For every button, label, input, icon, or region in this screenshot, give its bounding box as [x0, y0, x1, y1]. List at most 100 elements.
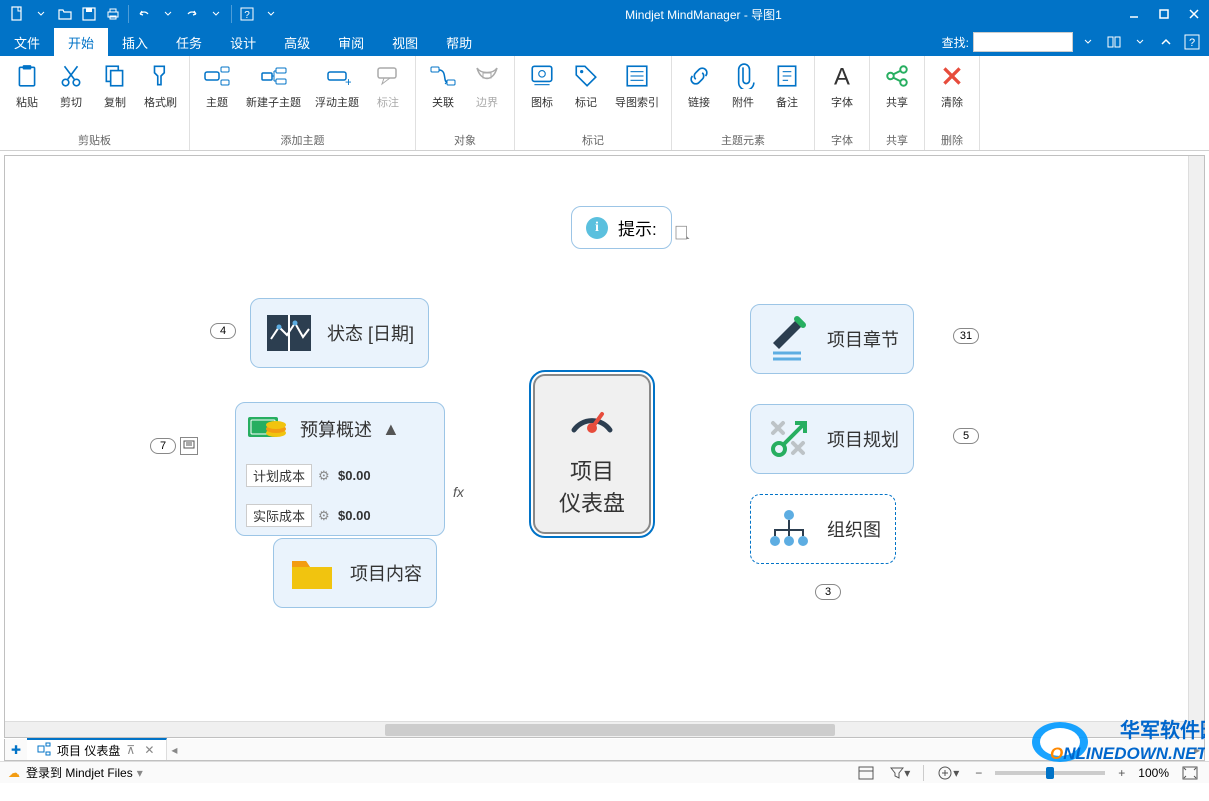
tab-bar: ✚ 项目 仪表盘 ⊼ ✕ ◂ ▸ — [4, 739, 1205, 761]
gear-icon[interactable]: ⚙ — [318, 468, 332, 484]
subtopic-button[interactable]: 新建子主题 — [240, 60, 307, 112]
vertical-scrollbar[interactable] — [1188, 156, 1204, 721]
new-doc-icon[interactable] — [6, 3, 28, 25]
fit-screen-icon[interactable] — [1179, 766, 1201, 780]
paste-button[interactable]: 粘贴 — [6, 60, 48, 112]
search-dropdown-icon[interactable] — [1077, 31, 1099, 53]
dropdown-icon[interactable] — [1129, 31, 1151, 53]
close-button[interactable] — [1179, 0, 1209, 28]
planning-node[interactable]: 项目规划 — [750, 404, 914, 474]
cut-button[interactable]: 剪切 — [50, 60, 92, 112]
menu-help[interactable]: 帮助 — [432, 28, 486, 56]
menu-design[interactable]: 设计 — [216, 28, 270, 56]
topic-icon — [203, 62, 231, 90]
menu-task[interactable]: 任务 — [162, 28, 216, 56]
boundary-button[interactable]: 边界 — [466, 60, 508, 112]
zoom-out-icon[interactable]: − — [972, 766, 985, 780]
collapse-triangle-icon[interactable]: ▲ — [382, 419, 400, 440]
topic-button[interactable]: 主题 — [196, 60, 238, 112]
collapse-ribbon-icon[interactable] — [1155, 31, 1177, 53]
notes-indicator-icon[interactable] — [673, 224, 691, 247]
central-node[interactable]: 项目仪表盘 — [533, 374, 651, 534]
notes-button[interactable]: 备注 — [766, 60, 808, 112]
share-button[interactable]: 共享 — [876, 60, 918, 112]
content-node[interactable]: 项目内容 — [273, 538, 437, 608]
budget-node[interactable]: 预算概述 ▲ 计划成本 ⚙ $0.00 实际成本 ⚙ $0.00 — [235, 402, 445, 536]
status-count-badge[interactable]: 4 — [210, 323, 236, 339]
zoom-slider[interactable] — [995, 771, 1105, 775]
menu-bar: 文件 开始 插入 任务 设计 高级 审阅 视图 帮助 查找: ? — [0, 28, 1209, 56]
tab-nav-right-icon[interactable]: ▸ — [1190, 743, 1204, 757]
index-icon — [623, 62, 651, 90]
ribbon-group-font: A字体 字体 — [815, 56, 870, 150]
menu-view[interactable]: 视图 — [378, 28, 432, 56]
chapter-node[interactable]: 项目章节 — [750, 304, 914, 374]
maximize-button[interactable] — [1149, 0, 1179, 28]
dropdown-icon[interactable] — [157, 3, 179, 25]
menu-advanced[interactable]: 高级 — [270, 28, 324, 56]
search-input[interactable] — [973, 32, 1073, 52]
info-icon: i — [586, 217, 608, 239]
relationship-icon — [429, 62, 457, 90]
clear-button[interactable]: 清除 — [931, 60, 973, 112]
fx-indicator[interactable]: fx — [453, 484, 464, 500]
view-mode-icon[interactable] — [855, 766, 877, 780]
document-tab[interactable]: 项目 仪表盘 ⊼ ✕ — [27, 738, 167, 760]
status-node[interactable]: 状态 [日期] — [250, 298, 429, 368]
tags-button[interactable]: 标记 — [565, 60, 607, 112]
budget-count-badge[interactable]: 7 — [150, 438, 176, 454]
font-button[interactable]: A字体 — [821, 60, 863, 112]
tab-nav-left-icon[interactable]: ◂ — [167, 743, 181, 757]
format-painter-button[interactable]: 格式刷 — [138, 60, 183, 112]
zoom-in-icon[interactable]: + — [1115, 766, 1128, 780]
font-icon: A — [828, 62, 856, 90]
org-count-badge[interactable]: 3 — [815, 584, 841, 600]
icons-button[interactable]: 图标 — [521, 60, 563, 112]
zoom-level[interactable]: 100% — [1138, 766, 1169, 780]
relationship-button[interactable]: 关联 — [422, 60, 464, 112]
chapter-count-badge[interactable]: 31 — [953, 328, 979, 344]
index-button[interactable]: 导图索引 — [609, 60, 665, 112]
ribbon-group-clipboard: 粘贴 剪切 复制 格式刷 剪贴板 — [0, 56, 190, 150]
scroll-thumb[interactable] — [385, 724, 835, 736]
minimize-button[interactable] — [1119, 0, 1149, 28]
tab-pin-icon[interactable]: ⊼ — [126, 743, 138, 757]
canvas[interactable]: i 提示: 项目仪表盘 状态 [日期] 4 预算概述 ▲ 计划成本 ⚙ $0.0… — [4, 155, 1205, 738]
zoom-fit-icon[interactable]: ▾ — [934, 765, 962, 781]
new-tab-button[interactable]: ✚ — [5, 743, 27, 757]
money-icon — [246, 411, 290, 447]
undo-icon[interactable] — [133, 3, 155, 25]
dropdown-icon[interactable] — [260, 3, 282, 25]
help-icon[interactable]: ? — [236, 3, 258, 25]
link-icon — [685, 62, 713, 90]
link-button[interactable]: 链接 — [678, 60, 720, 112]
dropdown-icon[interactable] — [30, 3, 52, 25]
callout-button[interactable]: 标注 — [367, 60, 409, 112]
dropdown-icon[interactable] — [205, 3, 227, 25]
float-topic-button[interactable]: +浮动主题 — [309, 60, 365, 112]
login-label[interactable]: 登录到 Mindjet Files — [26, 764, 133, 781]
menu-review[interactable]: 审阅 — [324, 28, 378, 56]
callout-marker-icon[interactable] — [180, 437, 198, 455]
hint-node[interactable]: i 提示: — [571, 206, 672, 249]
horizontal-scrollbar[interactable] — [5, 721, 1188, 737]
help-button-icon[interactable]: ? — [1181, 31, 1203, 53]
print-icon[interactable] — [102, 3, 124, 25]
dropdown-icon[interactable]: ▾ — [137, 766, 143, 780]
filter-icon[interactable]: ▾ — [887, 766, 913, 780]
cloud-login-icon[interactable]: ☁ — [8, 766, 20, 780]
open-icon[interactable] — [54, 3, 76, 25]
svg-text:+: + — [345, 75, 351, 89]
redo-icon[interactable] — [181, 3, 203, 25]
planning-count-badge[interactable]: 5 — [953, 428, 979, 444]
menu-insert[interactable]: 插入 — [108, 28, 162, 56]
tab-close-icon[interactable]: ✕ — [144, 743, 156, 757]
tool-icon[interactable] — [1103, 31, 1125, 53]
gear-icon[interactable]: ⚙ — [318, 508, 332, 524]
menu-home[interactable]: 开始 — [54, 28, 108, 56]
attachment-button[interactable]: 附件 — [722, 60, 764, 112]
save-icon[interactable] — [78, 3, 100, 25]
menu-file[interactable]: 文件 — [0, 28, 54, 56]
org-node[interactable]: 组织图 — [750, 494, 896, 564]
copy-button[interactable]: 复制 — [94, 60, 136, 112]
